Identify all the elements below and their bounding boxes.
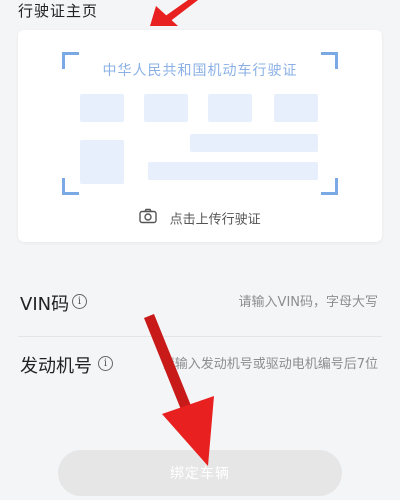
license-placeholder-block <box>208 94 252 122</box>
scan-corner-bottom-left <box>62 178 79 195</box>
license-placeholder-block <box>144 94 188 122</box>
upload-license-label: 点击上传行驶证 <box>169 212 261 228</box>
license-upload-card[interactable]: 中华人民共和国机动车行驶证 点击上传行驶证 <box>18 30 382 242</box>
license-placeholder-block <box>80 140 124 184</box>
engine-number-row: 发动机号 i <box>18 336 382 398</box>
license-placeholder-block <box>80 94 124 122</box>
license-sample-title: 中华人民共和国机动车行驶证 <box>102 63 298 79</box>
info-icon[interactable]: i <box>72 294 87 309</box>
scan-corner-bottom-right <box>321 178 338 195</box>
engine-number-input[interactable] <box>126 356 380 373</box>
section-title: 行驶证主页 <box>18 2 99 20</box>
license-placeholder-line <box>190 134 318 152</box>
camera-icon <box>139 208 158 228</box>
license-placeholder-block <box>274 94 318 122</box>
engine-number-label: 发动机号 <box>20 356 92 377</box>
upload-license-action[interactable]: 点击上传行驶证 <box>18 208 382 228</box>
bind-vehicle-button[interactable]: 绑定车辆 <box>58 450 342 496</box>
top-arrow-icon <box>150 0 198 26</box>
vin-label: VIN码 <box>20 294 70 315</box>
vin-row: VIN码 i <box>18 274 382 337</box>
vin-input[interactable] <box>156 294 380 311</box>
license-placeholder-line <box>148 162 318 180</box>
info-icon[interactable]: i <box>98 356 113 371</box>
